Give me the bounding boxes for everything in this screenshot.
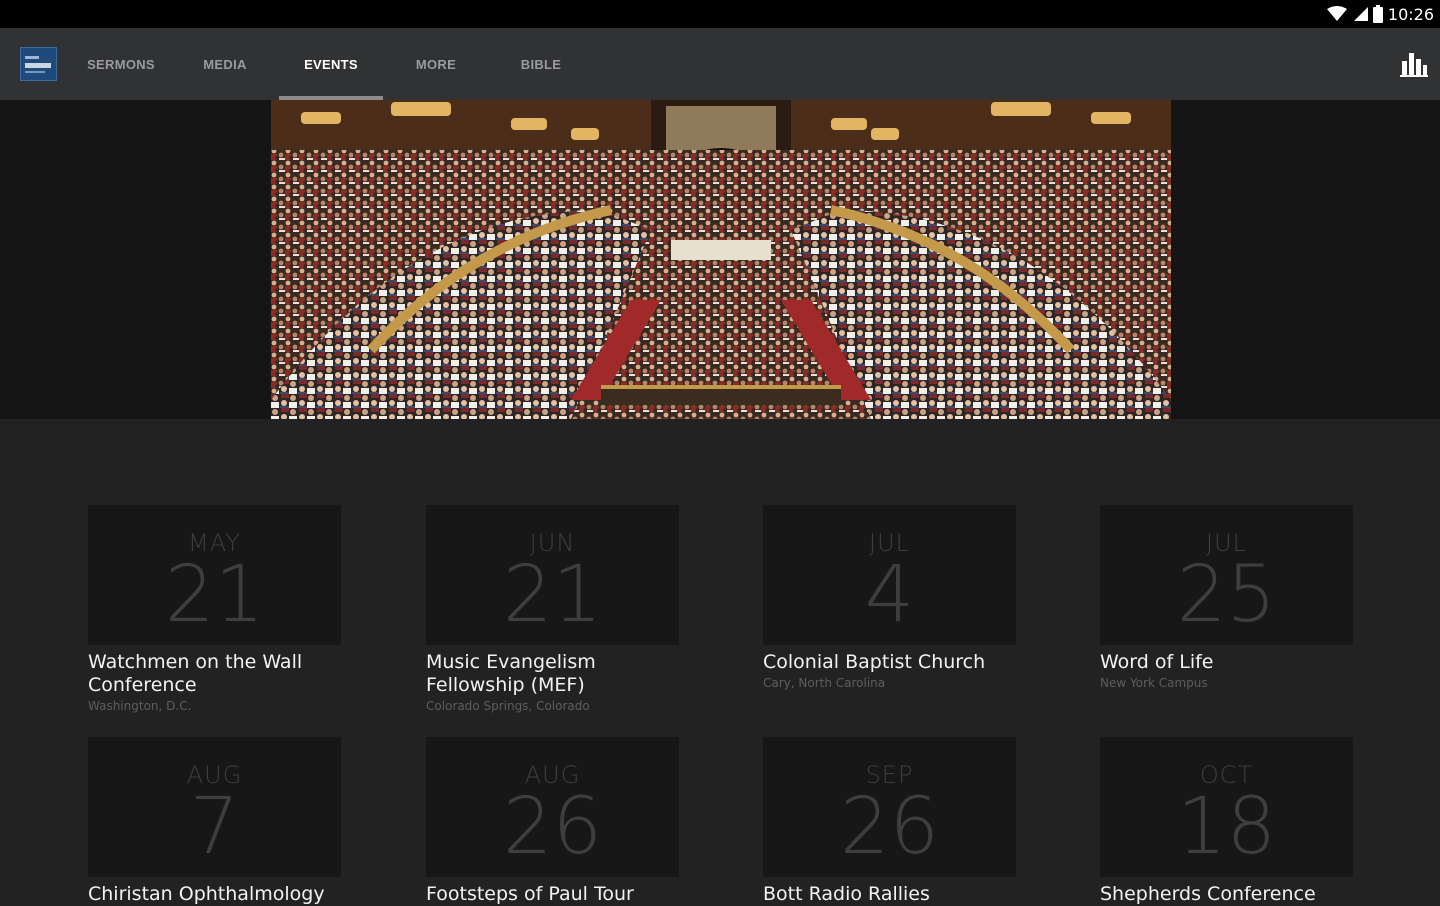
event-title: Shepherds Conference <box>1100 883 1316 905</box>
status-time: 10:26 <box>1387 4 1434 24</box>
event-day: 26 <box>502 782 603 872</box>
event-card[interactable]: JUL 25 Word of Life New York Campus <box>1100 505 1353 690</box>
event-day: 21 <box>502 550 603 640</box>
date-box: JUL 4 <box>763 505 1016 645</box>
tab-media[interactable]: MEDIA <box>190 28 260 100</box>
event-location: Washington, D.C. <box>88 699 192 713</box>
event-title: Watchmen on the Wall Conference <box>88 651 303 696</box>
event-location: Colorado Springs, Colorado <box>426 699 590 713</box>
date-box: SEP 26 <box>763 737 1016 877</box>
tab-bible[interactable]: BIBLE <box>505 28 577 100</box>
app-logo[interactable] <box>20 47 57 81</box>
event-card[interactable]: AUG 7 Chiristan Ophthalmology <box>88 737 341 906</box>
date-box: MAY 21 <box>88 505 341 645</box>
event-day: 7 <box>189 782 240 872</box>
date-box: JUL 25 <box>1100 505 1353 645</box>
event-day: 4 <box>864 550 915 640</box>
event-card[interactable]: SEP 26 Bott Radio Rallies <box>763 737 1016 906</box>
status-bar: 10:26 <box>0 0 1440 28</box>
tab-events[interactable]: EVENTS <box>283 28 379 100</box>
date-box: OCT 18 <box>1100 737 1353 877</box>
event-card[interactable]: JUN 21 Music Evangelism Fellowship (MEF)… <box>426 505 679 713</box>
event-day: 26 <box>839 782 940 872</box>
event-title: Colonial Baptist Church <box>763 651 986 673</box>
hero-image <box>271 100 1171 419</box>
date-box: AUG 7 <box>88 737 341 877</box>
event-title: Music Evangelism Fellowship (MEF) <box>426 651 596 696</box>
tab-sermons[interactable]: SERMONS <box>80 28 162 100</box>
battery-icon <box>1372 5 1383 23</box>
event-day: 18 <box>1176 782 1277 872</box>
signal-icon <box>1353 7 1368 21</box>
event-card[interactable]: JUL 4 Colonial Baptist Church Cary, Nort… <box>763 505 1016 690</box>
app-bar: SERMONS MEDIA EVENTS MORE BIBLE <box>0 28 1440 100</box>
event-title: Chiristan Ophthalmology <box>88 883 325 905</box>
event-card[interactable]: AUG 26 Footsteps of Paul Tour <box>426 737 679 906</box>
event-title: Word of Life <box>1100 651 1214 673</box>
status-icons: 10:26 <box>1326 0 1434 28</box>
event-card[interactable]: OCT 18 Shepherds Conference <box>1100 737 1353 906</box>
event-location: New York Campus <box>1100 676 1208 690</box>
date-box: JUN 21 <box>426 505 679 645</box>
tab-more[interactable]: MORE <box>400 28 472 100</box>
event-location: Cary, North Carolina <box>763 676 886 690</box>
bar-chart-icon[interactable] <box>1400 51 1428 77</box>
event-day: 25 <box>1176 550 1277 640</box>
event-day: 21 <box>164 550 265 640</box>
wifi-icon <box>1326 6 1347 21</box>
event-title: Bott Radio Rallies <box>763 883 930 905</box>
event-card[interactable]: MAY 21 Watchmen on the Wall Conference W… <box>88 505 341 713</box>
event-title: Footsteps of Paul Tour <box>426 883 634 905</box>
date-box: AUG 26 <box>426 737 679 877</box>
